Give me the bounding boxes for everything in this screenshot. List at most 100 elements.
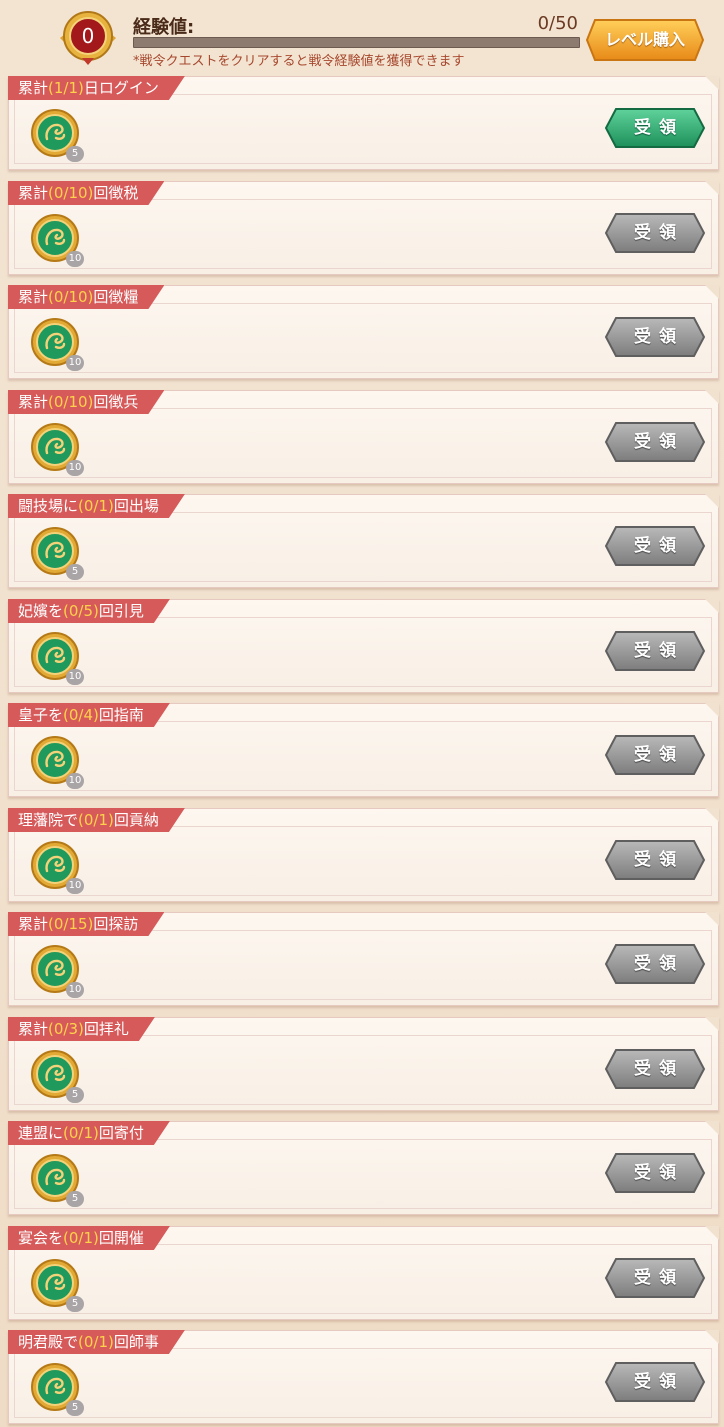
claim-button[interactable]: 受領 (604, 107, 706, 149)
task-title: 累計(0/3)回拝礼 (8, 1017, 155, 1041)
task-row: 理藩院で(0/1)回貢納 10 受領 (8, 808, 720, 902)
task-title: 妃嬪を(0/5)回引見 (8, 599, 170, 623)
task-progress: (1/1) (48, 79, 84, 97)
claim-button-label: 受領 (634, 1268, 684, 1288)
task-progress: (0/10) (48, 184, 94, 202)
task-title-suffix: 日ログイン (83, 79, 159, 97)
buy-level-button[interactable]: レベル購入 (585, 18, 705, 62)
task-title-prefix: 皇子を (18, 706, 64, 724)
task-title-suffix: 回探訪 (93, 915, 139, 933)
task-title-prefix: 明君殿で (18, 1333, 79, 1351)
claim-button-label: 受領 (634, 641, 684, 661)
task-title: 累計(0/10)回徴兵 (8, 390, 164, 414)
claim-button-label: 受領 (634, 432, 684, 452)
task-title: 累計(0/10)回徴糧 (8, 285, 164, 309)
claim-button[interactable]: 受領 (604, 316, 706, 358)
claim-button-label: 受領 (634, 1059, 684, 1079)
task-title: 皇子を(0/4)回指南 (8, 703, 170, 727)
task-row: 連盟に(0/1)回寄付 5 受領 (8, 1121, 720, 1215)
task-progress: (0/10) (48, 288, 94, 306)
task-title-prefix: 理藩院で (18, 811, 79, 829)
task-title-prefix: 累計 (18, 915, 49, 933)
task-row: 累計(1/1)日ログイン 5 受領 (8, 76, 720, 170)
claim-button[interactable]: 受領 (604, 1257, 706, 1299)
task-progress: (0/10) (48, 393, 94, 411)
task-title-suffix: 回徴税 (93, 184, 139, 202)
task-title-prefix: 累計 (18, 184, 49, 202)
task-title: 累計(0/10)回徴税 (8, 181, 164, 205)
task-progress: (0/15) (48, 915, 94, 933)
task-title: 明君殿で(0/1)回師事 (8, 1330, 185, 1354)
reward-count-badge: 5 (66, 1087, 84, 1103)
exp-note: *戦令クエストをクリアすると戦令経験値を獲得できます (133, 54, 465, 69)
claim-button-label: 受領 (634, 745, 684, 765)
claim-button-label: 受領 (634, 850, 684, 870)
claim-button[interactable]: 受領 (604, 630, 706, 672)
task-row: 累計(0/15)回探訪 10 受領 (8, 912, 720, 1006)
task-title-prefix: 累計 (18, 79, 49, 97)
task-progress: (0/1) (78, 1333, 114, 1351)
claim-button[interactable]: 受領 (604, 212, 706, 254)
reward-count-badge: 5 (66, 564, 84, 580)
claim-button[interactable]: 受領 (604, 421, 706, 463)
task-title-prefix: 累計 (18, 393, 49, 411)
reward-count-badge: 5 (66, 1400, 84, 1416)
claim-button[interactable]: 受領 (604, 1361, 706, 1403)
reward-count-badge: 10 (66, 773, 84, 789)
reward-count-badge: 10 (66, 878, 84, 894)
exp-progress-bar (133, 37, 580, 48)
task-title-suffix: 回師事 (113, 1333, 159, 1351)
task-title-suffix: 回指南 (98, 706, 144, 724)
task-title: 理藩院で(0/1)回貢納 (8, 808, 185, 832)
task-title-suffix: 回寄付 (98, 1124, 144, 1142)
reward-count-badge: 10 (66, 460, 84, 476)
reward-count-badge: 5 (66, 146, 84, 162)
task-title-suffix: 回引見 (98, 602, 144, 620)
exp-count: 0/50 (537, 13, 578, 34)
claim-button[interactable]: 受領 (604, 525, 706, 567)
task-title-suffix: 回徴糧 (93, 288, 139, 306)
task-title-prefix: 連盟に (18, 1124, 64, 1142)
task-row: 闘技場に(0/1)回出場 5 受領 (8, 494, 720, 588)
task-title-suffix: 回開催 (98, 1229, 144, 1247)
task-row: 皇子を(0/4)回指南 10 受領 (8, 703, 720, 797)
task-row: 累計(0/3)回拝礼 5 受領 (8, 1017, 720, 1111)
claim-button[interactable]: 受領 (604, 1048, 706, 1090)
reward-count-badge: 10 (66, 982, 84, 998)
level-badge-icon: 0 (56, 8, 120, 66)
task-title-prefix: 闘技場に (18, 497, 79, 515)
reward-count-badge: 5 (66, 1296, 84, 1312)
task-progress: (0/4) (63, 706, 99, 724)
task-title-suffix: 回拝礼 (83, 1020, 129, 1038)
task-progress: (0/3) (48, 1020, 84, 1038)
task-row: 明君殿で(0/1)回師事 5 受領 (8, 1330, 720, 1424)
task-title-suffix: 回貢納 (113, 811, 159, 829)
task-progress: (0/1) (63, 1124, 99, 1142)
task-title-prefix: 宴会を (18, 1229, 64, 1247)
reward-count-badge: 10 (66, 355, 84, 371)
claim-button[interactable]: 受領 (604, 943, 706, 985)
claim-button-label: 受領 (634, 118, 684, 138)
task-title: 累計(0/15)回探訪 (8, 912, 164, 936)
claim-button[interactable]: 受領 (604, 839, 706, 881)
claim-button-label: 受領 (634, 536, 684, 556)
claim-button[interactable]: 受領 (604, 734, 706, 776)
task-title-suffix: 回徴兵 (93, 393, 139, 411)
task-title: 連盟に(0/1)回寄付 (8, 1121, 170, 1145)
claim-button-label: 受領 (634, 327, 684, 347)
level-number: 0 (82, 24, 95, 48)
reward-count-badge: 10 (66, 251, 84, 267)
task-title: 宴会を(0/1)回開催 (8, 1226, 170, 1250)
task-row: 累計(0/10)回徴税 10 受領 (8, 181, 720, 275)
claim-button-label: 受領 (634, 1163, 684, 1183)
claim-button[interactable]: 受領 (604, 1152, 706, 1194)
buy-level-label: レベル購入 (604, 30, 685, 49)
task-title-suffix: 回出場 (113, 497, 159, 515)
task-row: 累計(0/10)回徴兵 10 受領 (8, 390, 720, 484)
task-row: 妃嬪を(0/5)回引見 10 受領 (8, 599, 720, 693)
task-progress: (0/5) (63, 602, 99, 620)
claim-button-label: 受領 (634, 223, 684, 243)
task-progress: (0/1) (63, 1229, 99, 1247)
task-title-prefix: 累計 (18, 1020, 49, 1038)
claim-button-label: 受領 (634, 954, 684, 974)
